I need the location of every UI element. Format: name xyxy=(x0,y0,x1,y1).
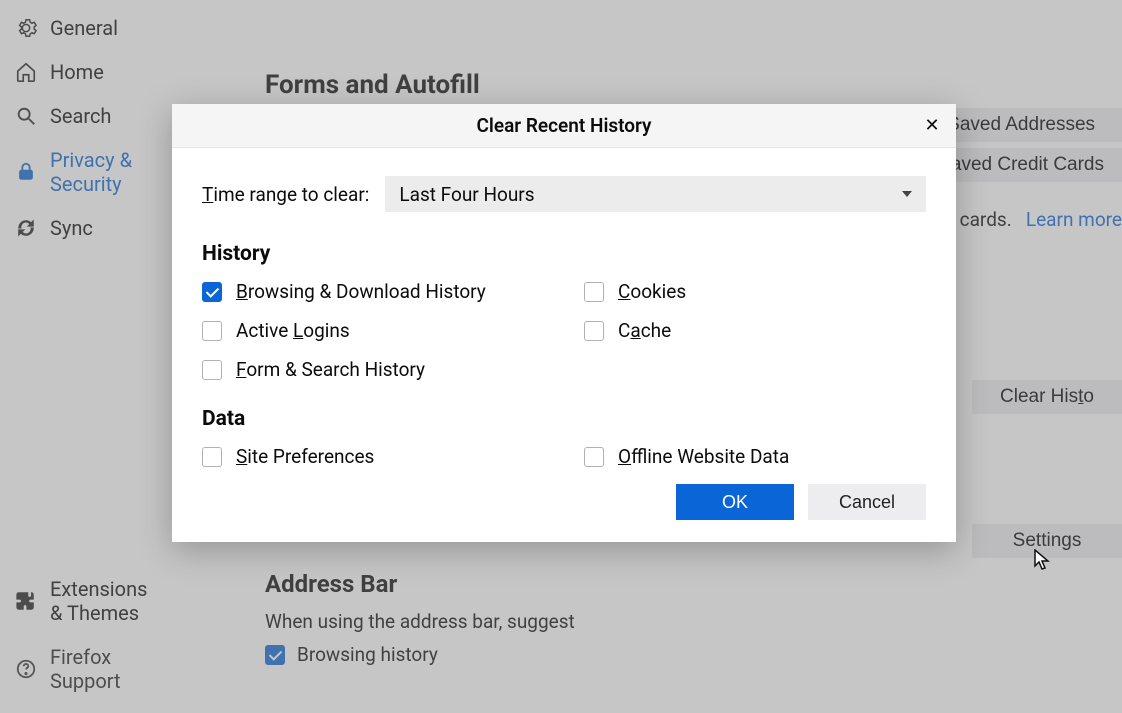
close-button[interactable]: ✕ xyxy=(920,114,944,138)
check-site-preferences[interactable]: Site Preferences xyxy=(202,445,544,468)
history-group-heading: History xyxy=(202,242,926,266)
clear-history-dialog: Clear Recent History ✕ Time range to cle… xyxy=(172,104,956,542)
dialog-header: Clear Recent History ✕ xyxy=(172,104,956,148)
checkbox-icon xyxy=(202,321,222,341)
checkbox-icon xyxy=(584,282,604,302)
time-range-value: Last Four Hours xyxy=(399,183,534,206)
check-browsing-download-history[interactable]: Browsing & Download History xyxy=(202,280,544,303)
time-range-select[interactable]: Last Four Hours xyxy=(385,176,926,212)
dialog-title: Clear Recent History xyxy=(477,114,652,137)
checkbox-icon xyxy=(202,447,222,467)
check-offline-website-data[interactable]: Offline Website Data xyxy=(584,445,926,468)
check-cache[interactable]: Cache xyxy=(584,319,926,342)
chevron-down-icon xyxy=(902,191,912,197)
data-group-heading: Data xyxy=(202,407,926,431)
check-cookies[interactable]: Cookies xyxy=(584,280,926,303)
time-range-label: Time range to clear: xyxy=(202,183,369,206)
checkbox-icon xyxy=(202,360,222,380)
checkbox-icon xyxy=(584,447,604,467)
check-active-logins[interactable]: Active Logins xyxy=(202,319,544,342)
ok-button[interactable]: OK xyxy=(676,484,794,520)
check-form-search-history[interactable]: Form & Search History xyxy=(202,358,544,381)
close-icon: ✕ xyxy=(924,115,939,136)
checkbox-icon xyxy=(584,321,604,341)
cancel-button[interactable]: Cancel xyxy=(808,484,926,520)
checkbox-icon xyxy=(202,282,222,302)
